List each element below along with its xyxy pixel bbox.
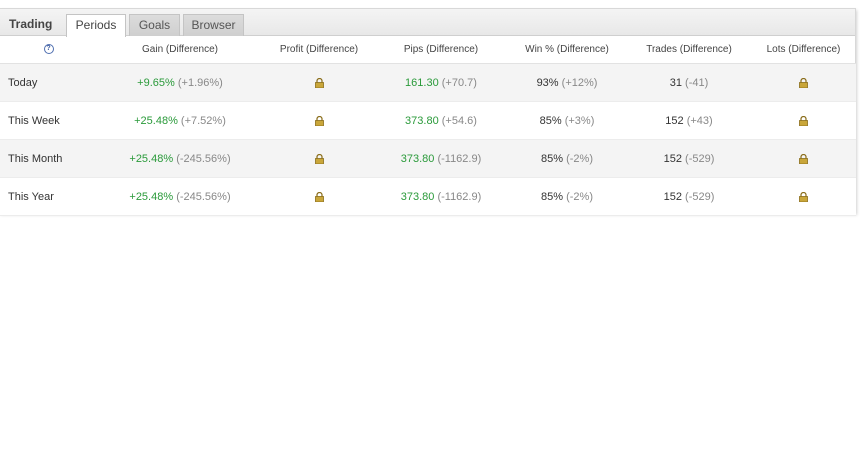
gain-diff: (-245.56%) [176,190,231,203]
header-trades: Trades (Difference) [627,36,751,64]
widget-title: Trading [9,17,53,31]
pips-diff: (+70.7) [441,76,477,89]
gain-value: +25.48% [134,114,178,127]
table-header-row: ? Gain (Difference) Profit (Difference) … [0,36,856,64]
lock-icon [314,77,324,88]
lock-icon [799,191,808,202]
win-value: 93% [536,76,559,89]
period-label: Today [0,63,97,102]
win-value: 85% [541,190,564,203]
pips-value: 373.80 [405,114,439,127]
header-lots: Lots (Difference) [751,36,856,64]
lots-cell [751,139,856,178]
gain-cell: +25.48% (-245.56%) [97,177,263,216]
pips-diff: (+54.6) [441,114,477,127]
tab-browser[interactable]: Browser [183,14,244,36]
tab-bar: Trading Periods Goals Browser [0,9,855,37]
period-label: This Month [0,139,97,178]
trades-cell: 152 (+43) [627,101,751,140]
trades-diff: (-529) [685,152,715,165]
header-win: Win % (Difference) [507,36,627,64]
win-cell: 85% (+3%) [507,101,627,140]
lock-icon [799,153,808,164]
header-gain: Gain (Difference) [97,36,263,64]
trading-widget: Trading Periods Goals Browser ? Gain (Di… [0,8,856,216]
pips-value: 373.80 [400,190,435,203]
pips-value: 161.30 [405,76,439,89]
lock-icon [314,191,324,202]
period-label: This Year [0,177,97,216]
table-row: Today +9.65% (+1.96%) 161.30 (+70.7) 93%… [0,63,856,102]
trades-value: 152 [663,152,682,165]
table-row: This Month +25.48% (-245.56%) 373.80 (-1… [0,139,856,178]
lots-cell [751,177,856,216]
win-value: 85% [539,114,562,127]
lots-cell [751,101,856,140]
lock-icon [314,115,324,126]
periods-table: ? Gain (Difference) Profit (Difference) … [0,36,856,216]
pips-cell: 373.80 (-1162.9) [375,139,507,178]
lock-icon [799,115,808,126]
gain-cell: +25.48% (+7.52%) [97,101,263,140]
gain-value: +9.65% [137,76,175,89]
help-icon[interactable]: ? [43,44,54,55]
profit-cell [263,139,375,178]
gain-diff: (+1.96%) [177,76,223,89]
win-diff: (+3%) [564,114,595,127]
trades-cell: 152 (-529) [627,177,751,216]
pips-diff: (-1162.9) [437,152,482,165]
profit-cell [263,63,375,102]
header-pips: Pips (Difference) [375,36,507,64]
gain-value: +25.48% [129,152,174,165]
trades-diff: (-41) [685,76,709,89]
trades-cell: 31 (-41) [627,63,751,102]
win-cell: 93% (+12%) [507,63,627,102]
profit-cell [263,177,375,216]
pips-cell: 161.30 (+70.7) [375,63,507,102]
header-help: ? [0,36,97,64]
win-cell: 85% (-2%) [507,177,627,216]
gain-value: +25.48% [129,190,174,203]
lots-cell [751,63,856,102]
win-value: 85% [541,152,564,165]
lock-icon [799,77,808,88]
table-row: This Week +25.48% (+7.52%) 373.80 (+54.6… [0,101,856,140]
trades-diff: (-529) [685,190,715,203]
win-diff: (+12%) [561,76,598,89]
pips-value: 373.80 [400,152,435,165]
gain-diff: (+7.52%) [180,114,226,127]
lock-icon [314,153,324,164]
gain-diff: (-245.56%) [176,152,231,165]
tab-goals[interactable]: Goals [129,14,180,36]
period-label: This Week [0,101,97,140]
pips-cell: 373.80 (-1162.9) [375,177,507,216]
profit-cell [263,101,375,140]
trades-cell: 152 (-529) [627,139,751,178]
trades-value: 152 [663,190,682,203]
win-diff: (-2%) [566,190,593,203]
gain-cell: +9.65% (+1.96%) [97,63,263,102]
trades-diff: (+43) [686,114,713,127]
gain-cell: +25.48% (-245.56%) [97,139,263,178]
win-diff: (-2%) [566,152,593,165]
win-cell: 85% (-2%) [507,139,627,178]
pips-cell: 373.80 (+54.6) [375,101,507,140]
tab-periods[interactable]: Periods [66,14,126,37]
table-row: This Year +25.48% (-245.56%) 373.80 (-11… [0,177,856,216]
trades-value: 152 [665,114,684,127]
trades-value: 31 [669,76,682,89]
header-profit: Profit (Difference) [263,36,375,64]
pips-diff: (-1162.9) [437,190,482,203]
